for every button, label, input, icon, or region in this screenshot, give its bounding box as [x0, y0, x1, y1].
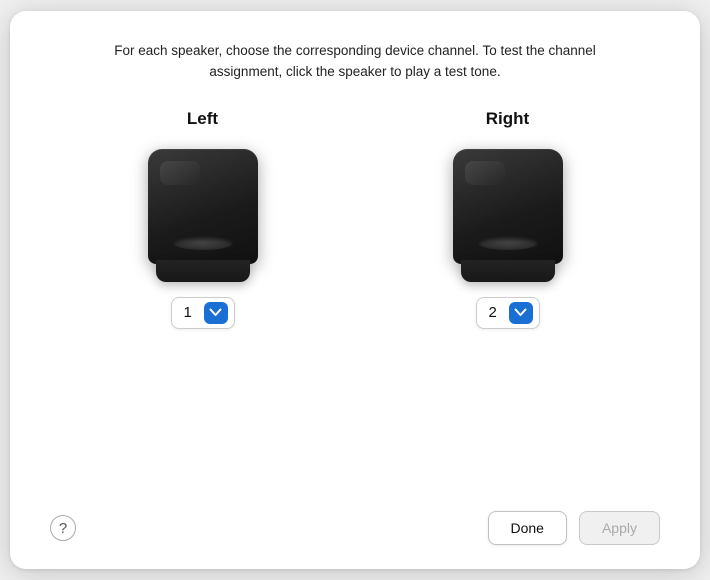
right-speaker-column: Right 2 — [453, 109, 563, 329]
right-channel-value: 2 — [489, 304, 503, 321]
apply-button[interactable]: Apply — [579, 511, 660, 545]
right-speaker-body — [453, 149, 563, 264]
right-channel-select[interactable]: 2 — [476, 297, 540, 329]
right-speaker-base — [461, 260, 555, 282]
right-channel-arrow[interactable] — [509, 302, 533, 324]
done-button[interactable]: Done — [488, 511, 567, 545]
help-button[interactable]: ? — [50, 515, 76, 541]
left-speaker-column: Left 1 — [148, 109, 258, 329]
speaker-channel-dialog: For each speaker, choose the correspondi… — [10, 11, 700, 569]
dialog-description: For each speaker, choose the correspondi… — [50, 41, 660, 83]
right-speaker-icon[interactable] — [453, 149, 563, 279]
left-channel-arrow[interactable] — [204, 302, 228, 324]
left-speaker-base — [156, 260, 250, 282]
left-speaker-label: Left — [187, 109, 218, 129]
left-speaker-highlight — [160, 161, 200, 185]
right-speaker-label: Right — [486, 109, 529, 129]
right-speaker-highlight — [465, 161, 505, 185]
dialog-footer: ? Done Apply — [50, 503, 660, 545]
left-channel-value: 1 — [184, 304, 198, 321]
left-speaker-grill — [173, 236, 233, 250]
footer-actions: Done Apply — [488, 511, 661, 545]
left-speaker-body — [148, 149, 258, 264]
right-speaker-grill — [478, 236, 538, 250]
left-speaker-icon[interactable] — [148, 149, 258, 279]
speakers-row: Left 1 Right — [50, 109, 660, 487]
left-channel-select[interactable]: 1 — [171, 297, 235, 329]
